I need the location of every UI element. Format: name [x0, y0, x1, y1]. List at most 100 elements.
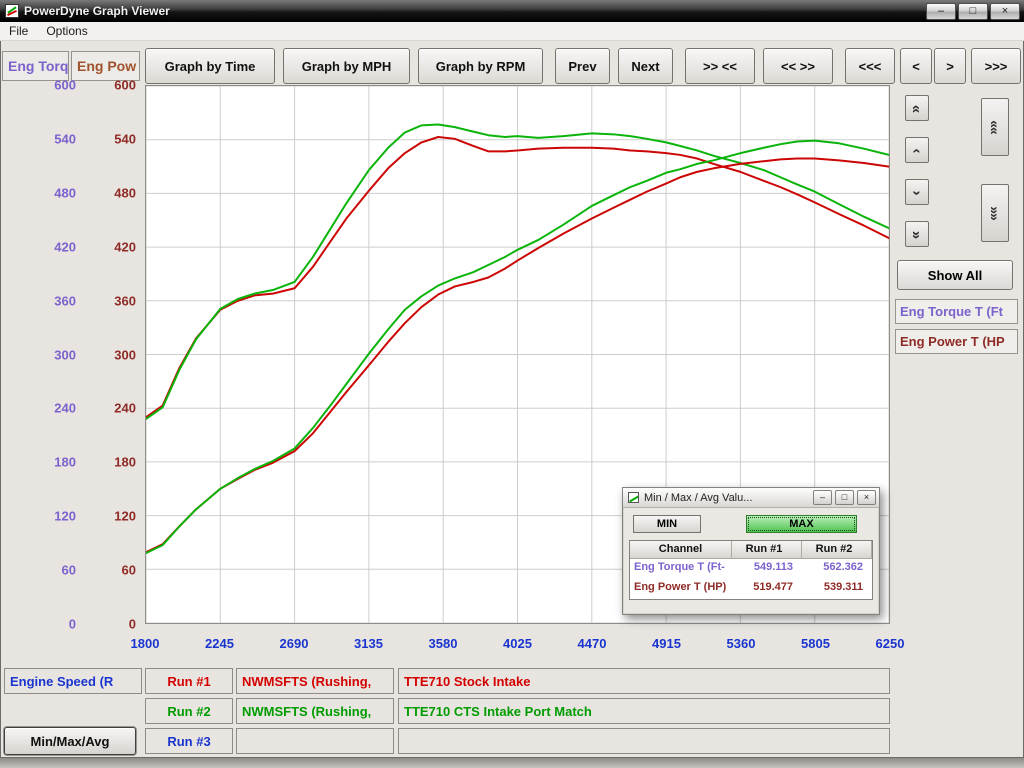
scroll-far-right-button[interactable]: >>> [971, 48, 1021, 84]
run-name-box-1[interactable]: Run #1 [145, 668, 233, 694]
torque-axis-tick-label: 360 [54, 293, 76, 308]
torque-axis-scale-down-button[interactable]: » [905, 221, 929, 247]
column-header-run1[interactable]: Run #1 [732, 541, 802, 559]
rpm-axis-tick-label: 5360 [727, 636, 756, 651]
window-bottom-frame [0, 757, 1024, 768]
maximize-button[interactable]: □ [958, 3, 988, 20]
chevron-down-icon: › [909, 190, 926, 194]
rpm-axis-tick-label: 2245 [205, 636, 234, 651]
menu-item-file[interactable]: File [0, 22, 37, 40]
minmax-minimize-button[interactable]: – [813, 490, 832, 505]
channel-name-cell: Eng Power T (HP) [630, 579, 732, 599]
run-file-box-2: NWMSFTS (Rushing, [236, 698, 394, 724]
show-all-button[interactable]: Show All [897, 260, 1013, 290]
power-axis-tick-label: 360 [114, 293, 136, 308]
torque-axis-tick-label: 60 [62, 563, 76, 578]
double-chevron-down-icon: » [909, 230, 926, 237]
minmax-mode-buttons: MIN MAX [629, 515, 873, 533]
torque-axis-tick-label: 180 [54, 455, 76, 470]
graph-by-mph-button[interactable]: Graph by MPH [283, 48, 410, 84]
max-button[interactable]: MAX [746, 515, 857, 533]
run-name-box-3[interactable]: Run #3 [145, 728, 233, 754]
run-file-box-3 [236, 728, 394, 754]
power-axis-tick-label: 300 [114, 347, 136, 362]
run-desc-box-2: TTE710 CTS Intake Port Match [398, 698, 890, 724]
channel-name-cell: Eng Torque T (Ft- [630, 559, 732, 579]
torque-axis-tick-label: 540 [54, 131, 76, 146]
rpm-axis-tick-label: 1800 [131, 636, 160, 651]
power-axis-tick-label: 540 [114, 131, 136, 146]
scroll-far-left-button[interactable]: <<< [845, 48, 895, 84]
run-desc-box-3 [398, 728, 890, 754]
rpm-axis-tick-label: 4025 [503, 636, 532, 651]
torque-axis-tick-label: 120 [54, 509, 76, 524]
minmax-table-row: Eng Torque T (Ft-549.113562.362 [630, 559, 872, 579]
window-title: PowerDyne Graph Viewer [24, 4, 170, 18]
power-axis: 600540480420360300240180120600 [90, 85, 136, 624]
minmax-window-icon [628, 492, 639, 503]
zoom-x-expand-button[interactable]: << >> [763, 48, 833, 84]
zoom-x-compress-button[interactable]: >> << [685, 48, 755, 84]
torque-axis-tick-label: 0 [69, 617, 76, 632]
minmax-title-bar: Min / Max / Avg Valu... – □ × [623, 488, 879, 508]
run-file-box-1: NWMSFTS (Rushing, [236, 668, 394, 694]
app-icon [5, 4, 19, 18]
prev-button[interactable]: Prev [555, 48, 610, 84]
channel-tab-torque[interactable]: Eng Torq [2, 51, 69, 81]
next-button[interactable]: Next [618, 48, 673, 84]
power-axis-tick-label: 60 [122, 563, 136, 578]
legend-torque[interactable]: Eng Torque T (Ft [895, 299, 1018, 324]
graph-by-time-button[interactable]: Graph by Time [145, 48, 275, 84]
close-button[interactable]: × [990, 3, 1020, 20]
torque-axis-tick-label: 480 [54, 185, 76, 200]
min-button[interactable]: MIN [633, 515, 701, 533]
power-axis-tick-label: 420 [114, 239, 136, 254]
run2-value-cell: 539.311 [802, 579, 872, 599]
torque-axis-shift-up-button[interactable]: ‹ [905, 137, 929, 163]
power-axis-tick-label: 600 [114, 78, 136, 93]
menu-item-options[interactable]: Options [37, 22, 96, 40]
minmax-table-row: Eng Power T (HP)519.477539.311 [630, 579, 872, 599]
minmax-body: MIN MAX Channel Run #1 Run #2 Eng Torque… [623, 508, 879, 606]
rpm-axis: 1800224526903135358040254470491553605805… [145, 636, 890, 654]
powerdyne-window: PowerDyne Graph Viewer – □ × FileOptions… [0, 0, 1024, 768]
rpm-axis-tick-label: 2690 [280, 636, 309, 651]
toolbar: Graph by TimeGraph by MPHGraph by RPM Pre… [145, 48, 1021, 84]
scroll-right-button[interactable]: > [934, 48, 966, 84]
torque-axis-scale-up-button[interactable]: « [905, 95, 929, 121]
column-header-channel[interactable]: Channel [630, 541, 732, 559]
rpm-axis-tick-label: 5805 [801, 636, 830, 651]
column-header-run2[interactable]: Run #2 [802, 541, 872, 559]
chevron-up-icon: ‹ [909, 148, 926, 152]
channel-tab-power[interactable]: Eng Pow [71, 51, 140, 81]
power-axis-tick-label: 240 [114, 401, 136, 416]
double-chevron-up-icon: « [909, 104, 926, 111]
minmax-avg-button[interactable]: Min/Max/Avg [4, 727, 136, 755]
power-axis-scale-up-button[interactable]: «« [981, 98, 1009, 156]
power-axis-tick-label: 180 [114, 455, 136, 470]
torque-axis-shift-down-button[interactable]: › [905, 179, 929, 205]
minmax-window: Min / Max / Avg Valu... – □ × MIN MAX Ch… [622, 487, 880, 615]
rpm-axis-tick-label: 4915 [652, 636, 681, 651]
rpm-axis-tick-label: 4470 [578, 636, 607, 651]
minmax-close-button[interactable]: × [857, 490, 876, 505]
torque-axis-tick-label: 600 [54, 78, 76, 93]
rpm-axis-tick-label: 3580 [429, 636, 458, 651]
rpm-axis-tick-label: 6250 [876, 636, 905, 651]
minmax-restore-button[interactable]: □ [835, 490, 854, 505]
scroll-left-button[interactable]: < [900, 48, 932, 84]
power-axis-scale-down-button[interactable]: »» [981, 184, 1009, 242]
power-axis-tick-label: 0 [129, 617, 136, 632]
run-name-box-2[interactable]: Run #2 [145, 698, 233, 724]
power-axis-tick-label: 480 [114, 185, 136, 200]
window-controls: – □ × [926, 3, 1024, 20]
minimize-button[interactable]: – [926, 3, 956, 20]
torque-axis-tick-label: 300 [54, 347, 76, 362]
legend-power[interactable]: Eng Power T (HP [895, 329, 1018, 354]
torque-axis-tick-label: 420 [54, 239, 76, 254]
title-bar: PowerDyne Graph Viewer – □ × [0, 0, 1024, 22]
minmax-table-header: Channel Run #1 Run #2 [630, 541, 872, 559]
torque-axis-tick-label: 240 [54, 401, 76, 416]
graph-by-rpm-button[interactable]: Graph by RPM [418, 48, 543, 84]
x-axis-channel-label[interactable]: Engine Speed (R [4, 668, 142, 694]
